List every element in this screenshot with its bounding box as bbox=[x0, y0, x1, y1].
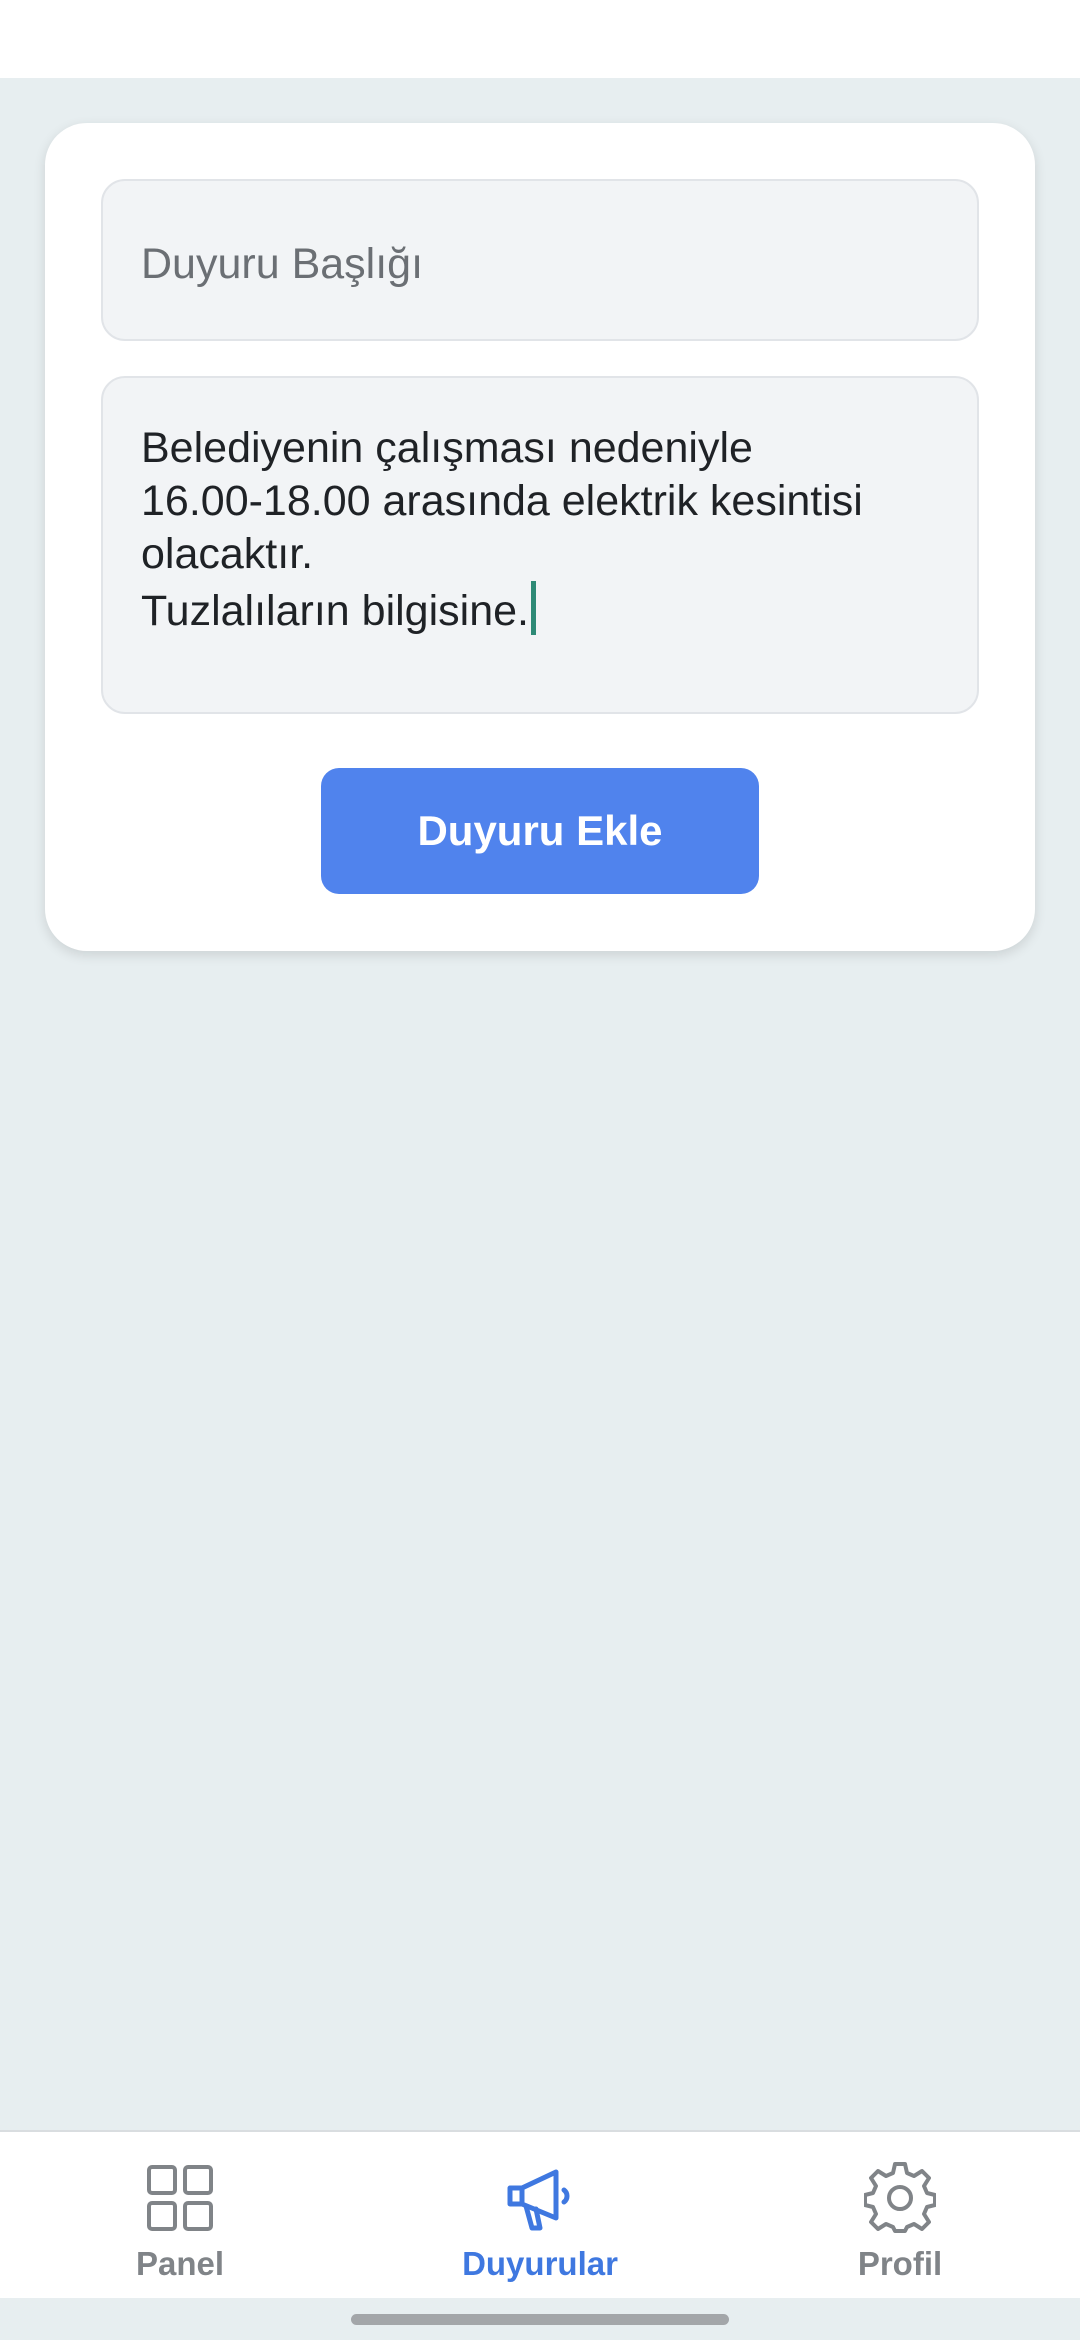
nav-label-profil: Profil bbox=[857, 2245, 943, 2282]
nav-item-duyurular[interactable]: Duyurular bbox=[360, 2132, 720, 2300]
announcement-title-input[interactable]: Duyuru Başlığı bbox=[101, 179, 979, 341]
status-bar bbox=[0, 0, 1080, 78]
nav-item-profil[interactable]: Profil bbox=[720, 2132, 1080, 2300]
announcement-body-textarea[interactable]: Belediyenin çalışması nedeniyle 16.00-18… bbox=[101, 376, 979, 714]
nav-label-panel: Panel bbox=[135, 2245, 225, 2282]
grid-icon bbox=[147, 2165, 213, 2231]
announcement-body-text: Belediyenin çalışması nedeniyle 16.00-18… bbox=[141, 422, 951, 638]
megaphone-icon bbox=[507, 2169, 570, 2231]
nav-item-panel[interactable]: Panel bbox=[0, 2132, 360, 2300]
text-cursor bbox=[530, 581, 536, 635]
gear-icon bbox=[864, 2162, 936, 2233]
announcement-form-card: Duyuru Başlığı Belediyenin çalışması ned… bbox=[45, 123, 1035, 951]
add-announcement-button[interactable]: Duyuru Ekle bbox=[321, 768, 759, 894]
home-indicator[interactable] bbox=[351, 2314, 729, 2325]
bottom-navigation: Panel Duyurular Profil bbox=[0, 2130, 1080, 2298]
nav-label-duyurular: Duyurular bbox=[462, 2245, 618, 2282]
announcement-body-value: Belediyenin çalışması nedeniyle 16.00-18… bbox=[141, 424, 863, 635]
announcement-title-placeholder: Duyuru Başlığı bbox=[141, 240, 424, 288]
